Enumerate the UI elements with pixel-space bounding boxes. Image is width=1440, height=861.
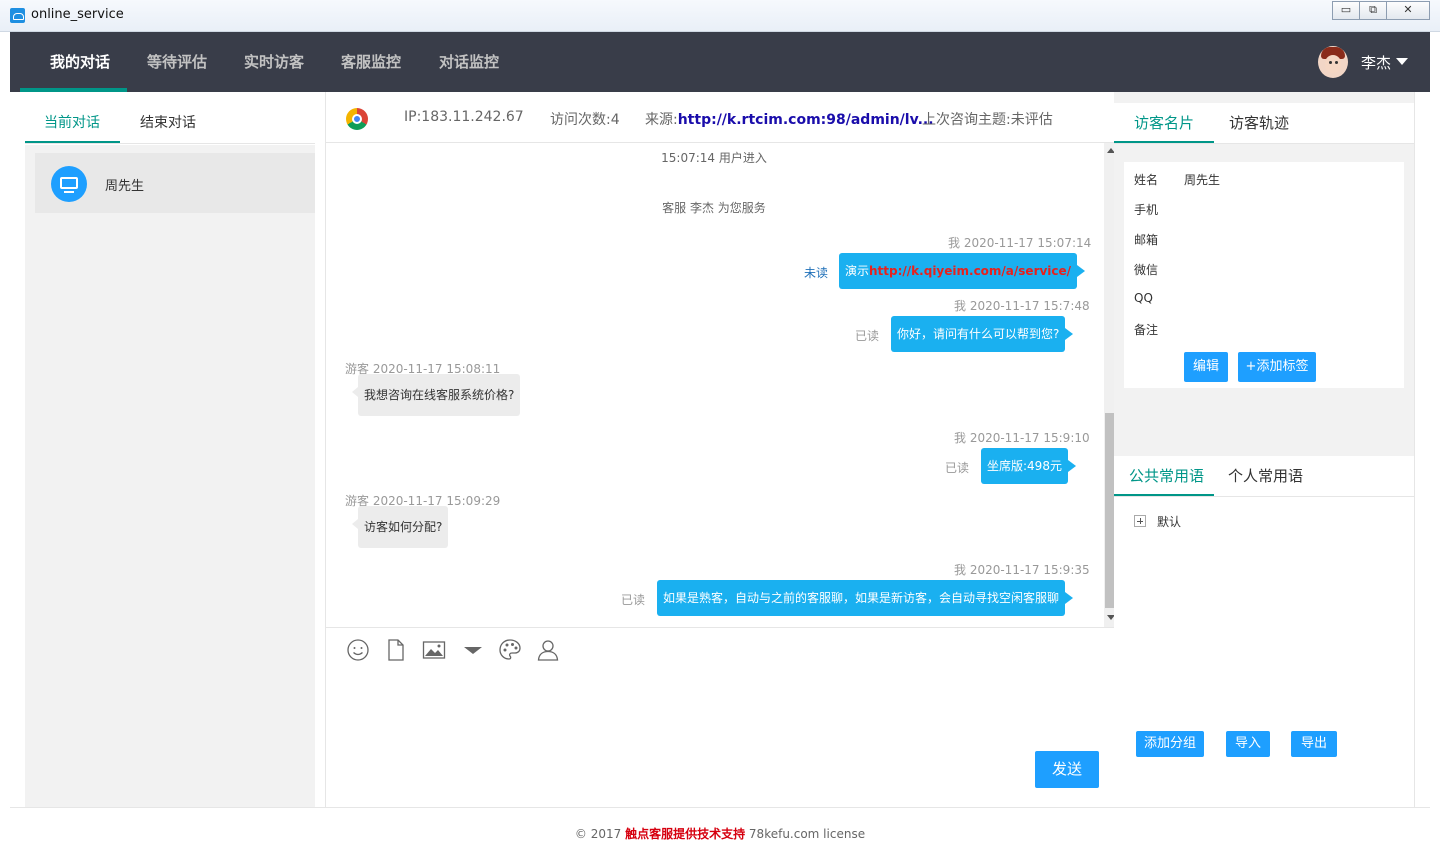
footer-brand[interactable]: 触点客服提供技术支持 — [625, 827, 745, 841]
message-bubble: 访客如何分配? — [351, 506, 449, 548]
visitor-source: 来源:http://k.rtcim.com:98/admin/lv... — [645, 109, 934, 129]
visitor-side-panel: 访客名片 访客轨迹 姓名 周先生 手机 邮箱 微信 QQ 备注 编辑 +添加标签… — [1114, 92, 1414, 807]
tab-active-indicator — [25, 141, 120, 143]
source-label: 来源: — [645, 112, 678, 128]
field-label-remark: 备注 — [1134, 323, 1159, 337]
read-status: 已读 — [621, 593, 646, 607]
tree-node-default[interactable]: 默认 — [1157, 513, 1181, 530]
visitor-tabs: 访客名片 访客轨迹 — [1114, 103, 1414, 144]
export-button[interactable]: 导出 — [1291, 731, 1337, 757]
nav-agent-monitoring[interactable]: 客服监控 — [341, 32, 401, 92]
system-message-enter: 15:07:14 用户进入 — [661, 151, 767, 165]
read-status: 已读 — [855, 329, 880, 343]
footer: © 2017 触点客服提供技术支持 78kefu.com license — [10, 807, 1430, 859]
message-meta: 我 2020-11-17 15:07:14 — [948, 236, 1092, 250]
expand-icon[interactable] — [1134, 515, 1146, 527]
top-nav: 我的对话 等待评估 实时访客 客服监控 对话监控 李杰 — [10, 32, 1430, 92]
message-bubble: 如果是熟客，自动与之前的客服聊，如果是新访客，会自动寻找空闲客服聊 — [657, 580, 1074, 616]
transfer-user-icon[interactable] — [536, 638, 560, 662]
nav-my-conversations[interactable]: 我的对话 — [50, 32, 110, 92]
minimize-button[interactable]: ▭ — [1332, 1, 1360, 20]
field-value-name: 周先生 — [1184, 173, 1221, 187]
visitor-ip: IP:183.11.242.67 — [404, 109, 524, 125]
main-area: 当前对话 结束对话 周先生 IP:183.11.242.67 访问次数:4 来源… — [10, 92, 1430, 859]
message-input[interactable] — [326, 667, 1114, 807]
window-title: online_service — [31, 7, 124, 22]
tab-active-indicator — [1114, 494, 1214, 496]
message-bubble: 我想咨询在线客服系统价格? — [351, 374, 521, 416]
visitor-card: 姓名 周先生 手机 邮箱 微信 QQ 备注 编辑 +添加标签 — [1124, 162, 1404, 388]
message-bubble: 坐席版:498元 — [981, 448, 1076, 484]
palette-icon[interactable] — [498, 638, 522, 662]
last-topic: 上次咨询主题:未评估 — [922, 112, 1053, 128]
emoji-icon[interactable] — [346, 638, 370, 662]
conversation-name: 周先生 — [105, 179, 145, 194]
edit-button[interactable]: 编辑 — [1184, 352, 1228, 382]
nav-live-visitors[interactable]: 实时访客 — [244, 32, 304, 92]
app-cloud-icon — [10, 8, 25, 23]
conversation-tabs: 当前对话 结束对话 — [25, 103, 315, 144]
source-link[interactable]: http://k.rtcim.com:98/admin/lv... — [678, 112, 934, 128]
message-list: 15:07:14 用户进入 客服 李杰 为您服务 我 2020-11-17 15… — [326, 143, 1102, 627]
dropdown-icon[interactable] — [461, 638, 485, 662]
quick-reply-panel: 默认 添加分组 导入 导出 — [1114, 497, 1414, 807]
close-icon: ✕ — [1403, 3, 1413, 16]
maximize-icon: ⧉ — [1369, 3, 1377, 16]
add-group-button[interactable]: 添加分组 — [1136, 731, 1204, 757]
footer-license: 78kefu.com license — [745, 827, 866, 841]
field-label-email: 邮箱 — [1134, 233, 1159, 247]
read-status: 未读 — [804, 266, 829, 280]
nav-conversation-monitoring[interactable]: 对话监控 — [439, 32, 499, 92]
window-controls: ▭ ⧉ ✕ — [1332, 1, 1430, 20]
close-button[interactable]: ✕ — [1386, 1, 1430, 20]
composer-toolbar — [326, 627, 1114, 667]
system-message-service: 客服 李杰 为您服务 — [662, 201, 766, 215]
quick-reply-tabs: 公共常用语 个人常用语 — [1114, 456, 1414, 497]
field-label-wechat: 微信 — [1134, 263, 1159, 277]
chevron-down-icon[interactable] — [1396, 58, 1408, 65]
field-label-name: 姓名 — [1134, 173, 1159, 187]
message-bubble: 你好，请问有什么可以帮到您? — [891, 316, 1074, 352]
tab-ended-conversations[interactable]: 结束对话 — [140, 103, 196, 143]
footer-text: © 2017 触点客服提供技术支持 78kefu.com license — [10, 825, 1430, 842]
conversation-list — [25, 145, 315, 807]
field-label-phone: 手机 — [1134, 203, 1159, 217]
chat-panel: IP:183.11.242.67 访问次数:4 来源:http://k.rtci… — [326, 92, 1118, 807]
visit-count: 访问次数:4 — [550, 112, 620, 128]
image-icon[interactable] — [422, 638, 446, 662]
visitor-info-bar: IP:183.11.242.67 访问次数:4 来源:http://k.rtci… — [326, 92, 1114, 143]
message-bubble: 演示http://k.qiyeim.com/a/service/ — [839, 253, 1086, 289]
message-link[interactable]: http://k.qiyeim.com/a/service/ — [869, 264, 1071, 278]
tab-visitor-card[interactable]: 访客名片 — [1134, 103, 1194, 143]
file-icon[interactable] — [384, 638, 408, 662]
panel-scrollbar[interactable] — [1414, 92, 1430, 807]
tab-active-indicator — [1114, 141, 1214, 143]
message-meta: 我 2020-11-17 15:9:35 — [954, 563, 1090, 577]
maximize-button[interactable]: ⧉ — [1359, 1, 1387, 20]
message-text: 演示 — [845, 264, 870, 278]
field-label-qq: QQ — [1134, 291, 1153, 305]
tab-personal-phrases[interactable]: 个人常用语 — [1228, 456, 1303, 496]
list-item[interactable]: 周先生 — [35, 153, 315, 213]
minimize-icon: ▭ — [1340, 3, 1352, 16]
message-meta: 我 2020-11-17 15:9:10 — [954, 431, 1090, 445]
add-tag-button[interactable]: +添加标签 — [1238, 352, 1316, 382]
nav-awaiting-evaluation[interactable]: 等待评估 — [147, 32, 207, 92]
window-titlebar: online_service ▭ ⧉ ✕ — [0, 0, 1440, 32]
message-meta: 我 2020-11-17 15:7:48 — [954, 299, 1090, 313]
import-button[interactable]: 导入 — [1226, 731, 1270, 757]
chrome-icon — [346, 108, 368, 130]
conversation-list-panel: 当前对话 结束对话 周先生 — [10, 92, 326, 807]
send-button[interactable]: 发送 — [1035, 751, 1099, 788]
tab-current-conversations[interactable]: 当前对话 — [44, 103, 100, 143]
user-avatar[interactable] — [1318, 46, 1348, 78]
footer-copyright: © 2017 — [574, 827, 626, 841]
read-status: 已读 — [945, 461, 970, 475]
monitor-icon — [51, 166, 87, 202]
tab-visitor-trail[interactable]: 访客轨迹 — [1229, 103, 1289, 143]
user-name[interactable]: 李杰 — [1361, 52, 1391, 73]
tab-public-phrases[interactable]: 公共常用语 — [1129, 456, 1204, 496]
